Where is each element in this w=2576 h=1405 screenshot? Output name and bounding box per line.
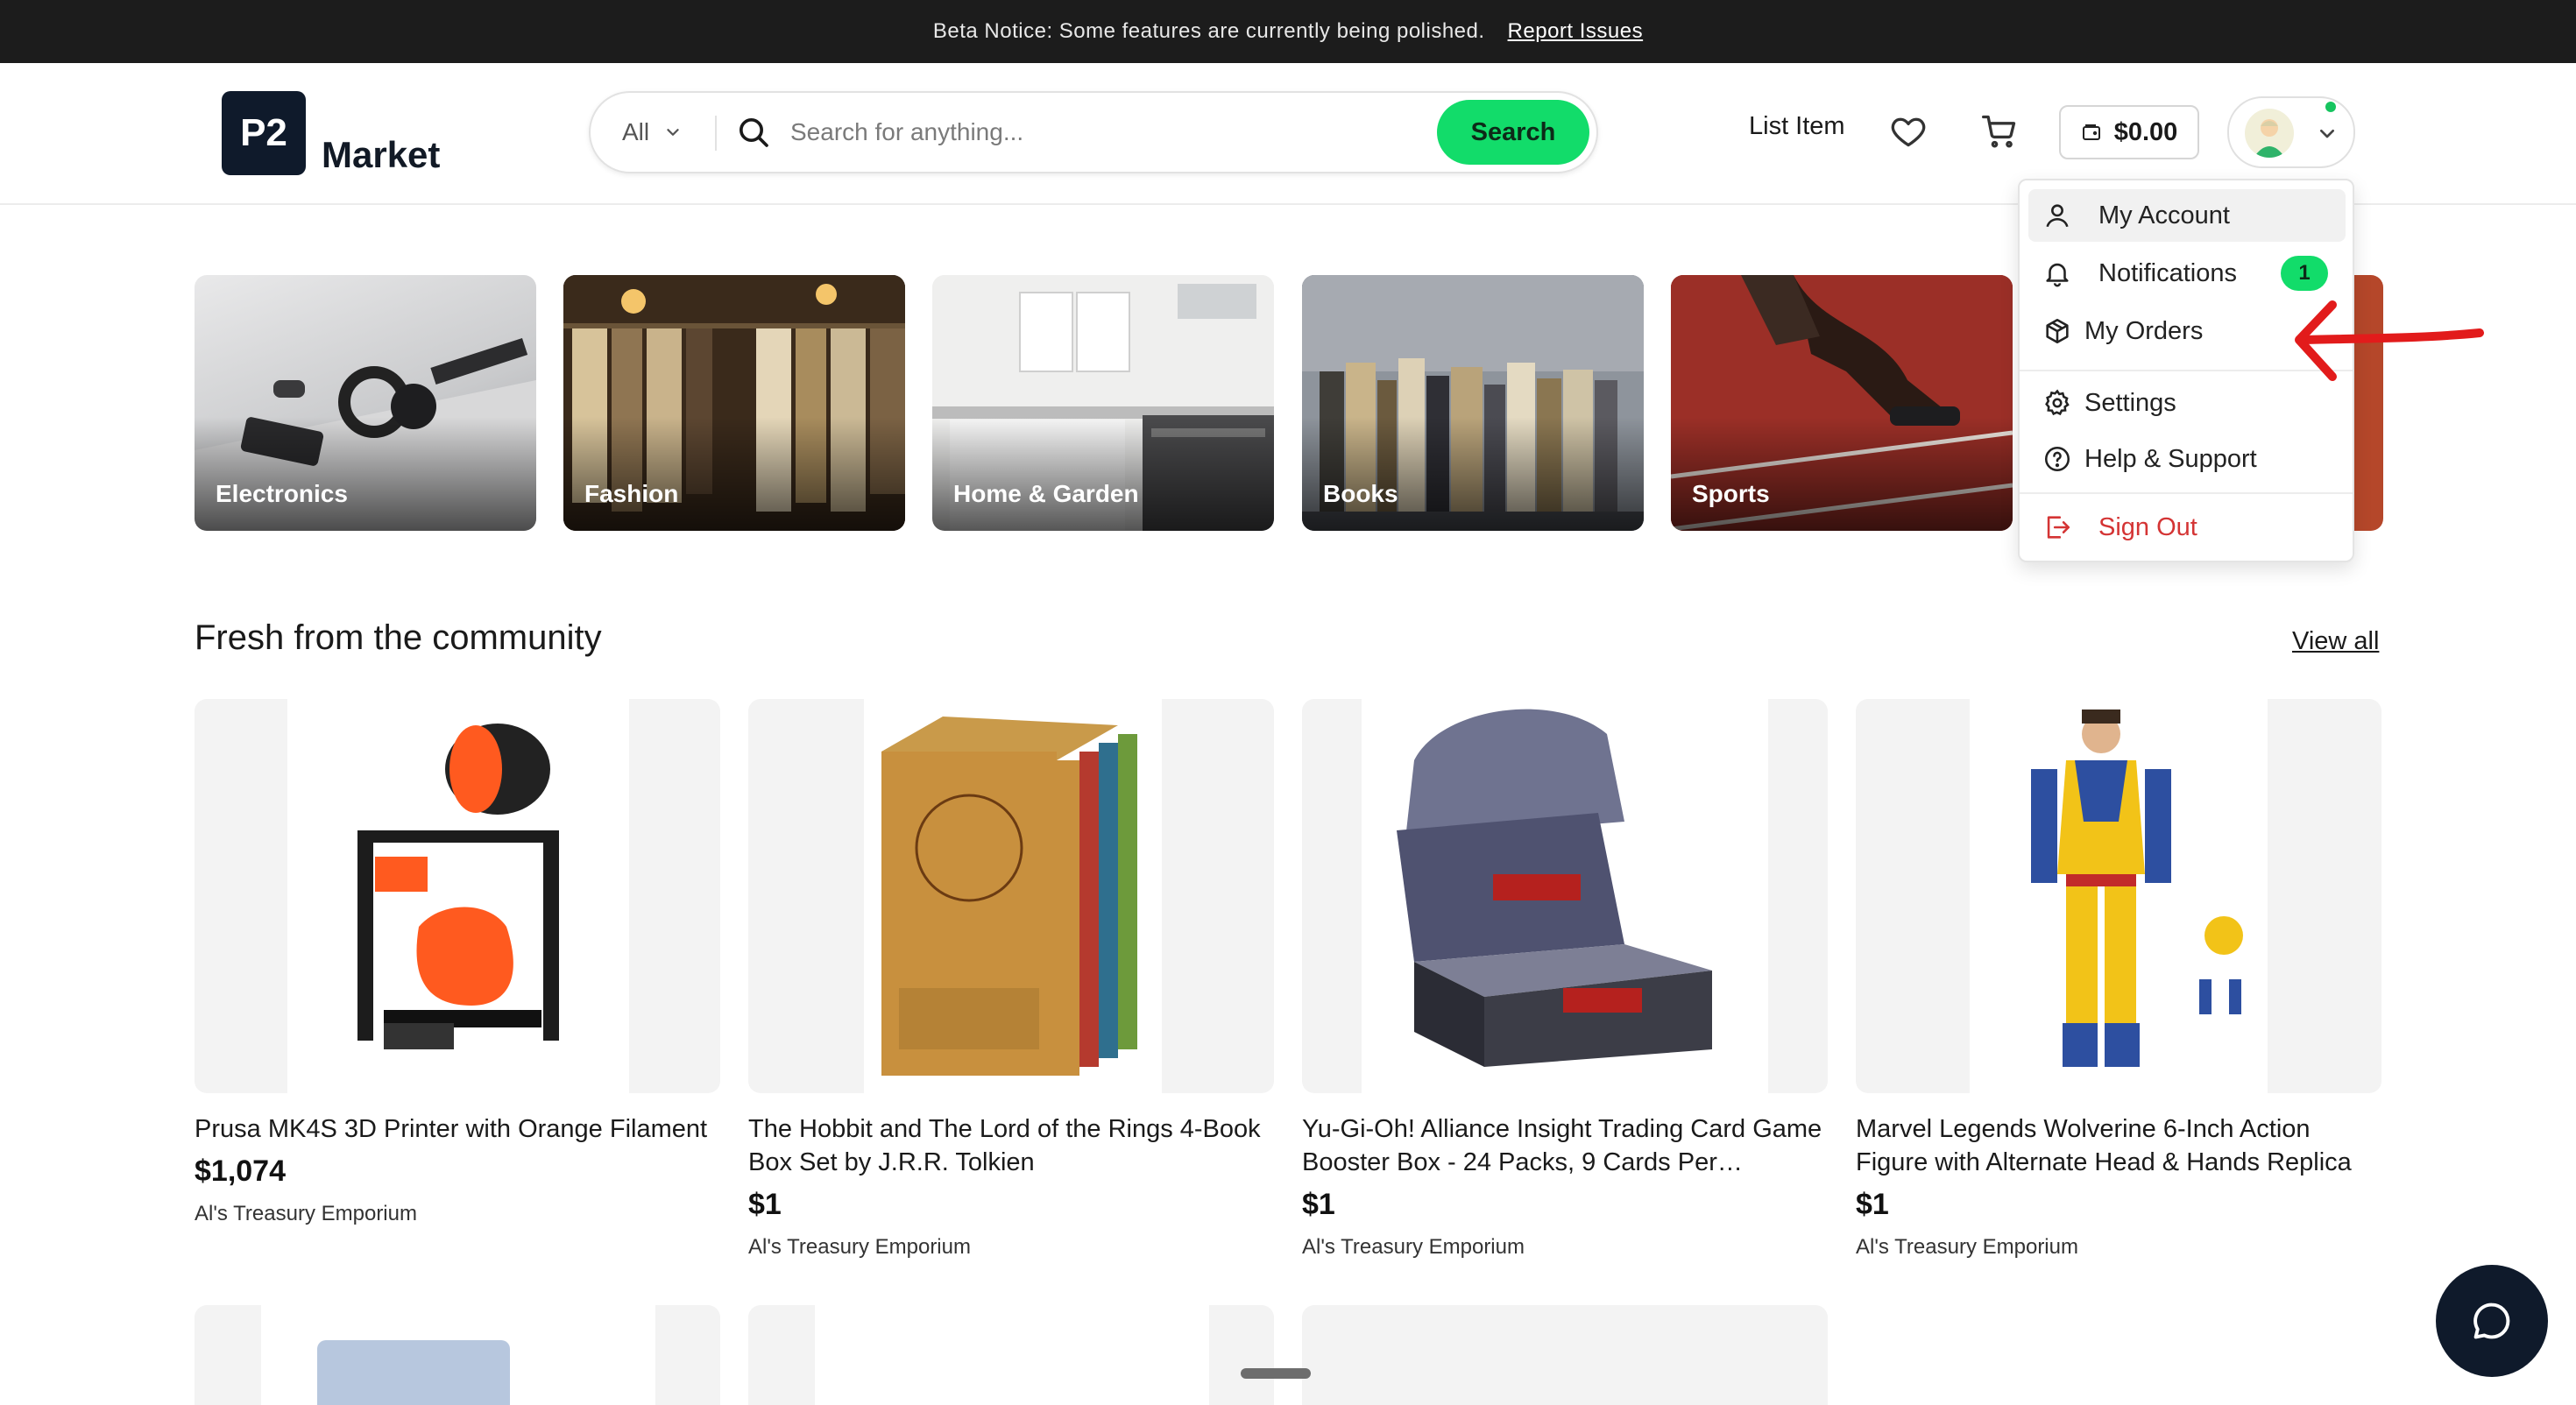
product-price: $1,074 — [195, 1154, 286, 1188]
profile-menu-button[interactable] — [2227, 96, 2355, 168]
category-card-electronics[interactable]: Electronics — [195, 275, 536, 531]
view-all-link[interactable]: View all — [2292, 627, 2379, 656]
product-image-card[interactable] — [195, 699, 720, 1093]
category-label: Books — [1323, 480, 1398, 507]
menu-item-label: Settings — [2084, 388, 2176, 417]
booster-box-image — [1397, 709, 1712, 1067]
help-icon — [2044, 446, 2070, 472]
category-card-sports[interactable]: Sports — [1671, 275, 2013, 531]
category-label: Electronics — [216, 480, 348, 507]
list-item-link[interactable]: List Item — [1749, 112, 1845, 141]
package-icon — [2046, 318, 2069, 344]
chevron-down-icon — [2320, 130, 2334, 138]
chevron-down-icon — [667, 129, 679, 136]
search-icon — [740, 118, 768, 147]
category-card-books[interactable]: Books — [1302, 275, 1644, 531]
site-logo[interactable]: P2 Market — [222, 91, 440, 175]
annotation-arrow-icon — [2295, 300, 2484, 381]
product-title[interactable]: The Hobbit and The Lord of the Rings 4-B… — [748, 1112, 1274, 1179]
product-title[interactable]: Yu-Gi-Oh! Alliance Insight Trading Card … — [1302, 1112, 1828, 1179]
section-title: Fresh from the community — [195, 618, 602, 657]
product-price: $1 — [748, 1188, 782, 1221]
menu-divider — [2020, 492, 2353, 494]
search-divider — [715, 116, 717, 151]
book-box-set-image — [881, 717, 1137, 1076]
sign-out-icon — [2047, 516, 2070, 539]
menu-item-label: Sign Out — [2098, 512, 2197, 541]
search-input[interactable] — [790, 110, 1281, 154]
product-image-card[interactable] — [195, 1305, 720, 1405]
product-image-card[interactable] — [748, 699, 1274, 1093]
beta-notice-banner: Beta Notice: Some features are currently… — [0, 0, 2576, 63]
menu-item-label: My Orders — [2084, 316, 2204, 345]
menu-item-label: Help & Support — [2084, 444, 2257, 473]
chat-button[interactable] — [2436, 1265, 2548, 1377]
category-card-fashion[interactable]: Fashion — [563, 275, 905, 531]
menu-item-label: My Account — [2098, 201, 2230, 229]
search-category-select[interactable]: All — [622, 93, 683, 172]
online-status-dot — [2325, 102, 2336, 112]
product-seller[interactable]: Al's Treasury Emporium — [1856, 1235, 2078, 1260]
user-icon — [2046, 204, 2069, 228]
product-seller[interactable]: Al's Treasury Emporium — [1302, 1235, 1525, 1260]
category-label: Sports — [1692, 480, 1770, 507]
product-price: $1 — [1302, 1188, 1335, 1221]
scroll-indicator — [1241, 1368, 1311, 1379]
logo-badge: P2 — [222, 91, 306, 175]
notification-count-badge: 1 — [2281, 256, 2328, 291]
menu-item-my-account[interactable]: My Account — [2028, 189, 2346, 242]
product-seller[interactable]: Al's Treasury Emporium — [195, 1202, 417, 1226]
report-issues-link[interactable]: Report Issues — [1508, 19, 1644, 44]
printer-image — [357, 724, 559, 1049]
cart-icon[interactable] — [1980, 112, 2019, 151]
product-image-card[interactable] — [1302, 1305, 1828, 1405]
category-label: Fashion — [584, 480, 679, 507]
action-figure-image — [2031, 710, 2243, 1067]
logo-text: Market — [322, 134, 441, 175]
menu-item-sign-out[interactable]: Sign Out — [2028, 501, 2346, 554]
product-title[interactable]: Prusa MK4S 3D Printer with Orange Filame… — [195, 1112, 720, 1146]
wallet-balance-button[interactable]: $0.00 — [2059, 105, 2199, 159]
product-image-card[interactable] — [1302, 699, 1828, 1093]
avatar — [2245, 109, 2294, 158]
heart-icon[interactable] — [1889, 112, 1928, 151]
menu-item-label: Notifications — [2098, 258, 2237, 287]
product-seller[interactable]: Al's Treasury Emporium — [748, 1235, 971, 1260]
wallet-balance: $0.00 — [2113, 117, 2178, 146]
wallet-icon — [2082, 124, 2100, 140]
chat-bubble-icon — [2473, 1303, 2510, 1339]
bell-icon — [2046, 263, 2069, 287]
product-image-card[interactable] — [748, 1305, 1274, 1405]
category-label: Home & Garden — [953, 480, 1139, 507]
product-price: $1 — [1856, 1188, 1889, 1221]
category-card-home-garden[interactable]: Home & Garden — [932, 275, 1274, 531]
product-image-card[interactable] — [1856, 699, 2381, 1093]
search-bar: All Search — [589, 91, 1598, 173]
beta-notice-text: Beta Notice: Some features are currently… — [932, 19, 1485, 43]
search-category-value: All — [622, 118, 650, 145]
product-title[interactable]: Marvel Legends Wolverine 6-Inch Action F… — [1856, 1112, 2381, 1179]
search-button[interactable]: Search — [1437, 100, 1589, 165]
menu-item-help-support[interactable]: Help & Support — [2028, 433, 2346, 485]
gear-icon — [2045, 389, 2070, 416]
